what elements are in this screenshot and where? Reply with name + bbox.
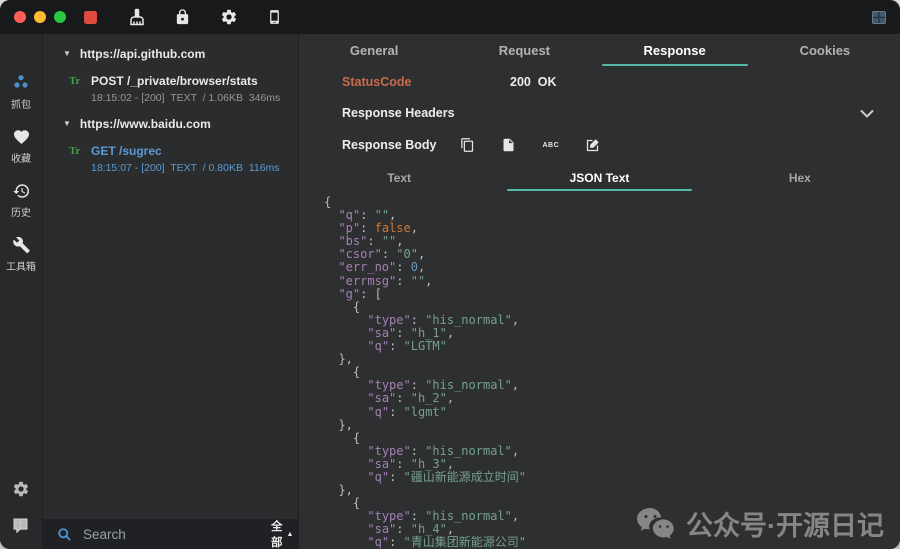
tools-icon bbox=[12, 236, 31, 254]
toolbar-icons bbox=[127, 8, 284, 27]
settings-gear-icon[interactable] bbox=[219, 8, 238, 27]
json-viewer[interactable]: {"q": "","p": false,"bs": "","csor": "0"… bbox=[299, 191, 900, 549]
json-line: }, bbox=[324, 419, 900, 432]
device-phone-icon[interactable] bbox=[265, 8, 284, 27]
response-headers-row[interactable]: Response Headers bbox=[299, 98, 900, 128]
domain-label: https://www.baidu.com bbox=[80, 117, 211, 131]
abc-encoding-icon[interactable]: ABC bbox=[542, 142, 559, 149]
json-line: "g": [ bbox=[324, 288, 900, 301]
response-body-actions: ABC bbox=[460, 137, 600, 153]
json-line: }, bbox=[324, 353, 900, 366]
icon-sidebar-nav: 抓包收藏历史工具箱 bbox=[6, 72, 36, 290]
icon-sidebar: 抓包收藏历史工具箱 bbox=[0, 34, 43, 549]
sidebar-item-history[interactable]: 历史 bbox=[6, 182, 36, 219]
clear-brush-icon[interactable] bbox=[127, 8, 146, 27]
request-meta: 18:15:02 - [200] TEXT / 1.06KB 346ms bbox=[91, 92, 292, 104]
panel-grid-icon[interactable] bbox=[872, 11, 886, 24]
minimize-window-button[interactable] bbox=[34, 11, 46, 23]
status-row: StatusCode 200 OK bbox=[299, 66, 900, 98]
packet-icon bbox=[11, 72, 31, 92]
json-line: }, bbox=[324, 484, 900, 497]
request-item[interactable]: Tr POST /_private/browser/stats 18:15:02 -… bbox=[43, 66, 298, 112]
zoom-window-button[interactable] bbox=[54, 11, 66, 23]
search-input[interactable] bbox=[81, 526, 262, 543]
request-title: GET /sugrec bbox=[91, 144, 292, 158]
chevron-down-icon[interactable] bbox=[860, 109, 874, 118]
traffic-lights bbox=[14, 11, 66, 23]
domain-row[interactable]: ▼ https://www.baidu.com bbox=[43, 112, 298, 136]
json-line: "q": "lgmt" bbox=[324, 406, 900, 419]
json-line: "q": "青山集团新能源公司" bbox=[324, 536, 900, 549]
stop-record-button[interactable] bbox=[84, 11, 97, 24]
heart-icon bbox=[12, 128, 31, 146]
sidebar-item-capture[interactable]: 抓包 bbox=[6, 72, 36, 111]
json-line: "q": "LGTM" bbox=[324, 340, 900, 353]
lock-icon[interactable] bbox=[173, 8, 192, 27]
response-body-row: Response Body ABC bbox=[299, 128, 900, 162]
tab-request[interactable]: Request bbox=[449, 34, 599, 66]
body-tab-json-text[interactable]: JSON Text bbox=[499, 164, 699, 191]
body-tab-hex[interactable]: Hex bbox=[700, 164, 900, 191]
json-line: "q": "疆山新能源成立时间" bbox=[324, 471, 900, 484]
content-type-badge: Tr bbox=[69, 145, 80, 157]
collapse-caret-icon: ▼ bbox=[63, 50, 71, 58]
request-title: POST /_private/browser/stats bbox=[91, 74, 292, 88]
detail-tabs: GeneralRequestResponseCookies bbox=[299, 34, 900, 66]
sidebar-item-label: 收藏 bbox=[11, 150, 31, 165]
sidebar-item-toolbox[interactable]: 工具箱 bbox=[6, 236, 36, 273]
json-line: "errmsg": "", bbox=[324, 275, 900, 288]
close-window-button[interactable] bbox=[14, 11, 26, 23]
json-line: "p": false, bbox=[324, 222, 900, 235]
chevron-up-icon: ▲ bbox=[287, 531, 294, 538]
response-body-label: Response Body bbox=[342, 138, 436, 152]
domain-label: https://api.github.com bbox=[80, 47, 205, 61]
edit-icon[interactable] bbox=[585, 138, 600, 153]
collapse-caret-icon: ▼ bbox=[63, 120, 71, 128]
icon-sidebar-bottom bbox=[12, 466, 30, 539]
status-code-value: 200 OK bbox=[510, 75, 557, 89]
document-icon[interactable] bbox=[501, 137, 516, 153]
json-line: { bbox=[324, 196, 900, 209]
request-meta: 18:15:07 - [200] TEXT / 0.80KB 116ms bbox=[91, 162, 292, 174]
search-bar: 全部 ▲ bbox=[43, 519, 298, 549]
copy-icon[interactable] bbox=[460, 137, 475, 153]
request-list-panel: ▼ https://api.github.com Tr POST /_private/… bbox=[43, 34, 299, 549]
sidebar-item-label: 历史 bbox=[11, 204, 31, 219]
tab-response[interactable]: Response bbox=[600, 34, 750, 66]
tab-general[interactable]: General bbox=[299, 34, 449, 66]
feedback-icon[interactable] bbox=[12, 517, 30, 539]
title-bar bbox=[0, 0, 900, 34]
settings-gear-icon[interactable] bbox=[12, 480, 30, 503]
filter-dropdown[interactable]: 全部 ▲ bbox=[271, 518, 293, 549]
sidebar-item-label: 工具箱 bbox=[6, 258, 36, 273]
app-window: 抓包收藏历史工具箱 ▼ https://api.github.com Tr POST … bbox=[0, 0, 900, 549]
content-type-badge: Tr bbox=[69, 75, 80, 87]
status-code-label: StatusCode bbox=[342, 75, 510, 89]
body-view-tabs: TextJSON TextHex bbox=[299, 164, 900, 191]
request-item[interactable]: Tr GET /sugrec 18:15:07 - [200] TEXT / 0.8… bbox=[43, 136, 298, 182]
body-tab-text[interactable]: Text bbox=[299, 164, 499, 191]
request-list: ▼ https://api.github.com Tr POST /_private/… bbox=[43, 34, 298, 519]
sidebar-item-label: 抓包 bbox=[11, 96, 31, 111]
sidebar-item-favorite[interactable]: 收藏 bbox=[6, 128, 36, 165]
search-icon bbox=[57, 527, 72, 542]
response-headers-label: Response Headers bbox=[342, 106, 455, 120]
main-content: 抓包收藏历史工具箱 ▼ https://api.github.com Tr POST … bbox=[0, 34, 900, 549]
history-icon bbox=[12, 182, 31, 200]
tab-cookies[interactable]: Cookies bbox=[750, 34, 900, 66]
domain-row[interactable]: ▼ https://api.github.com bbox=[43, 42, 298, 66]
detail-panel: GeneralRequestResponseCookies StatusCode… bbox=[299, 34, 900, 549]
